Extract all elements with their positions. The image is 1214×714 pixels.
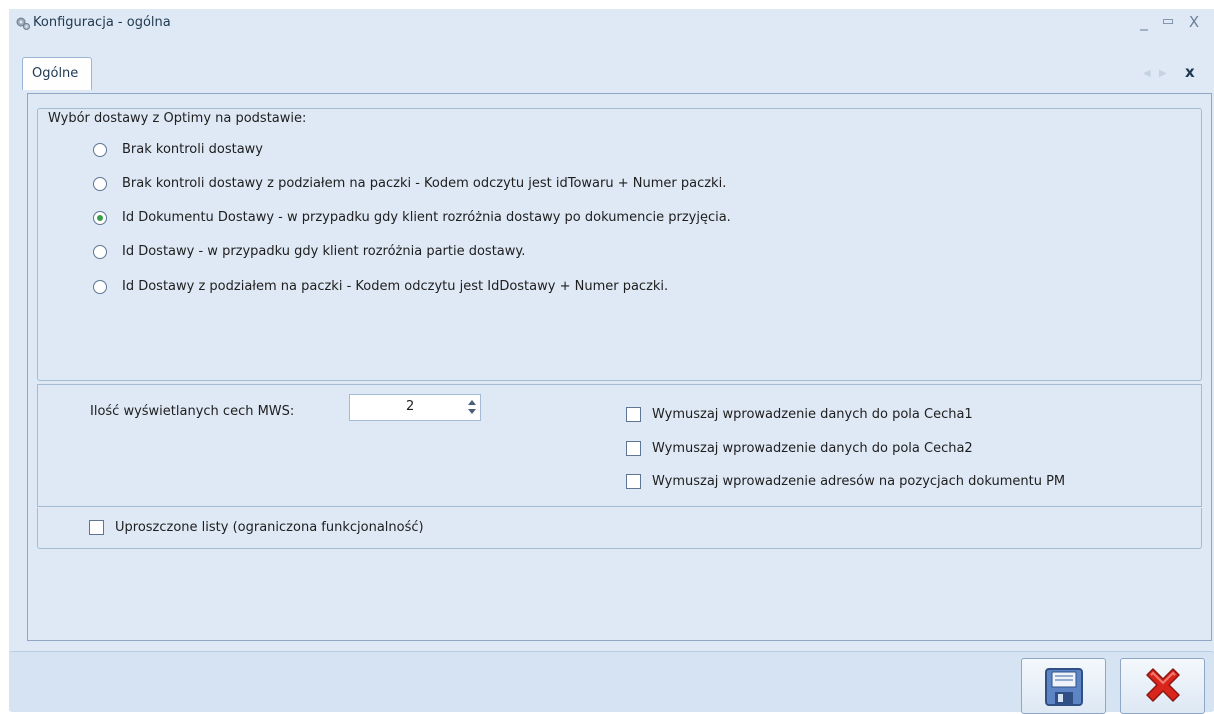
red-x-icon [1146,668,1180,702]
save-button[interactable] [1021,658,1106,714]
floppy-disk-icon [1045,668,1083,706]
spinner-buttons[interactable] [466,398,478,417]
radio-label: Id Dokumentu Dostawy - w przypadku gdy k… [122,210,731,225]
settings-gears-icon [16,17,30,30]
mws-count-spinner[interactable]: 2 [349,394,481,421]
checkbox-cecha1[interactable] [626,407,641,422]
minimize-button[interactable]: _ [1133,11,1155,33]
tab-strip: Ogólne ◀ ▶ x [19,42,1211,94]
radio-label: Brak kontroli dostawy z podziałem na pac… [122,176,727,191]
checkbox-label: Uproszczone listy (ograniczona funkcjona… [115,520,424,535]
tab-scroll-left-icon[interactable]: ◀ [1143,68,1151,79]
lists-settings-group: Uproszczone listy (ograniczona funkcjona… [37,508,1202,549]
tab-ogolne[interactable]: Ogólne [22,57,92,90]
maximize-button[interactable]: ▭ [1157,11,1179,33]
tab-close-button[interactable]: x [1185,63,1195,81]
tab-label: Ogólne [32,66,79,81]
checkbox-adresy-pm[interactable] [626,474,641,489]
radio-button[interactable] [93,211,107,225]
radio-button[interactable] [93,177,107,191]
checkbox-label: Wymuszaj wprowadzenie adresów na pozycja… [652,474,1066,489]
spin-up-icon[interactable] [468,400,476,405]
radio-button[interactable] [93,245,107,259]
checkbox-uproszczone[interactable] [89,520,104,535]
tab-content-panel: Wybór dostawy z Optimy na podstawie: Bra… [27,93,1212,641]
title-bar: Konfiguracja - ogólna _ ▭ X [9,9,1214,37]
mws-settings-group: Ilość wyświetlanych cech MWS: 2 Wymuszaj… [37,384,1202,507]
delivery-source-group: Wybór dostawy z Optimy na podstawie: Bra… [37,108,1202,381]
cancel-button[interactable] [1120,658,1205,714]
checkbox-label: Wymuszaj wprowadzenie danych do pola Cec… [652,407,973,422]
radio-button[interactable] [93,280,107,294]
spin-down-icon[interactable] [468,409,476,414]
tab-scroll-right-icon[interactable]: ▶ [1159,68,1167,79]
window-close-button[interactable]: X [1183,11,1205,33]
radio-button[interactable] [93,143,107,157]
mws-count-label: Ilość wyświetlanych cech MWS: [90,404,295,419]
radio-selected-dot [97,215,103,221]
mws-count-value[interactable]: 2 [406,399,414,414]
config-window: Konfiguracja - ogólna _ ▭ X Ogólne ◀ ▶ x… [9,9,1214,714]
checkbox-cecha2[interactable] [626,441,641,456]
radio-label: Id Dostawy - w przypadku gdy klient rozr… [122,244,526,259]
window-title: Konfiguracja - ogólna [33,15,171,30]
radio-label: Brak kontroli dostawy [122,142,263,157]
button-bar [9,651,1214,714]
group-caption: Wybór dostawy z Optimy na podstawie: [47,111,308,126]
radio-label: Id Dostawy z podziałem na paczki - Kodem… [122,279,669,294]
checkbox-label: Wymuszaj wprowadzenie danych do pola Cec… [652,441,973,456]
